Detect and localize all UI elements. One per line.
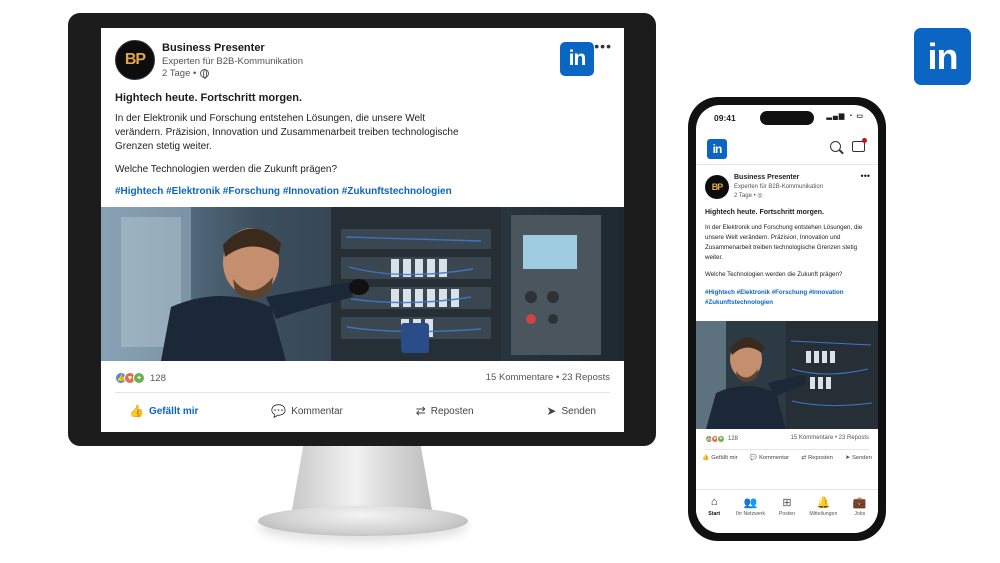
home-icon: ⌂	[710, 496, 718, 508]
thumbs-up-icon: 👍	[129, 404, 144, 418]
repost-label: Reposten	[808, 455, 833, 461]
comment-button[interactable]: 💬 Kommentar	[750, 455, 789, 461]
comment-button[interactable]: 💬 Kommentar	[257, 402, 357, 420]
search-icon[interactable]	[830, 141, 841, 152]
phone-frame: 09:41 ▂▄▆ ◔ ▭ in BP Business Presenter E…	[688, 97, 886, 541]
linkedin-logo: in	[707, 139, 727, 159]
post-icon: ⊞	[782, 497, 792, 509]
dynamic-island	[760, 111, 814, 125]
post-stats: 👍 ♥ ✦ 128 15 Kommentare • 23 Reposts	[705, 435, 869, 445]
repost-icon: ⇄	[415, 404, 426, 418]
send-icon: ➤	[546, 404, 557, 418]
post-age: 2 Tage • ◎	[734, 193, 763, 199]
like-label: Gefällt mir	[711, 455, 738, 461]
author-headline: Experten für B2B-Kommunikation	[734, 184, 824, 190]
clock: 09:41	[714, 113, 736, 123]
reactions[interactable]: 👍 ♥ ✦ 128	[115, 372, 166, 384]
monitor-neck	[292, 446, 432, 510]
author-name[interactable]: Business Presenter	[162, 42, 265, 54]
network-icon: 👥	[743, 497, 758, 509]
post-body: In der Elektronik und Forschung entstehe…	[115, 113, 459, 152]
post-question: Welche Technologien werden die Zukunft p…	[705, 271, 843, 278]
phone-screen: 09:41 ▂▄▆ ◔ ▭ in BP Business Presenter E…	[696, 105, 878, 533]
comment-icon: 💬	[749, 455, 758, 461]
celebrate-reaction-icon: ✦	[717, 435, 725, 443]
post-age: 2 Tage •	[162, 68, 210, 79]
comments-reposts-count[interactable]: 15 Kommentare • 23 Reposts	[791, 435, 869, 441]
bell-icon: 🔔	[816, 497, 831, 509]
nav-label: Jobs	[854, 511, 866, 517]
like-button[interactable]: 👍 Gefällt mir	[115, 402, 212, 420]
post-header: BP Business Presenter Experten für B2B-K…	[101, 28, 624, 90]
nav-label: Ihr Netzwerk	[736, 511, 766, 517]
jobs-icon: 💼	[852, 497, 867, 509]
monitor-base	[258, 506, 468, 536]
linkedin-logo: in	[914, 28, 971, 85]
app-bar: in	[696, 131, 878, 165]
reaction-count: 128	[728, 436, 739, 442]
post-question: Welche Technologien werden die Zukunft p…	[115, 164, 338, 175]
send-button[interactable]: ➤ Senden	[532, 402, 610, 420]
nav-label: Posten	[778, 511, 796, 517]
post-body: In der Elektronik und Forschung entstehe…	[705, 224, 863, 261]
action-bar: 👍 Gefällt mir 💬 Kommentar ⇄ Reposten ➤ S…	[115, 402, 610, 420]
nav-network[interactable]: 👥 Ihr Netzwerk	[734, 496, 768, 517]
post-hashtags[interactable]: #Hightech #Elektronik #Forschung #Innova…	[705, 288, 873, 308]
like-button[interactable]: 👍 Gefällt mir	[702, 455, 738, 461]
more-options-icon[interactable]: •••	[594, 38, 612, 54]
post-title: Hightech heute. Fortschritt morgen.	[115, 92, 303, 104]
desktop-post: BP Business Presenter Experten für B2B-K…	[101, 28, 624, 432]
divider	[705, 449, 869, 450]
reactions[interactable]: 👍 ♥ ✦ 128	[705, 435, 738, 443]
nav-label: Start	[708, 511, 721, 517]
comment-label: Kommentar	[291, 405, 343, 417]
send-icon: ➤	[845, 455, 850, 461]
avatar[interactable]: BP	[705, 175, 729, 199]
divider	[115, 392, 610, 393]
author-headline: Experten für B2B-Kommunikation	[162, 56, 303, 67]
nav-notifications[interactable]: 🔔 Mitteilungen	[806, 496, 840, 517]
celebrate-reaction-icon: ✦	[133, 372, 145, 384]
repost-button[interactable]: ⇄ Reposten	[801, 455, 833, 461]
lab-photo	[696, 321, 878, 429]
action-bar: 👍 Gefällt mir 💬 Kommentar ⇄ Reposten ➤ Sende…	[702, 455, 872, 461]
more-options-icon[interactable]: •••	[861, 171, 870, 181]
lab-photo	[101, 207, 624, 361]
post-image[interactable]	[696, 321, 878, 429]
avatar[interactable]: BP	[115, 40, 155, 80]
thumbs-up-icon: 👍	[702, 455, 710, 461]
author-name[interactable]: Business Presenter	[734, 174, 799, 181]
send-button[interactable]: ➤ Senden	[845, 455, 872, 461]
comment-icon: 💬	[271, 404, 287, 418]
post-age-text: 2 Tage •	[162, 68, 197, 79]
comment-label: Kommentar	[759, 455, 790, 461]
stage: in BP Business Presenter Experten für B2…	[0, 0, 1000, 563]
like-label: Gefällt mir	[148, 405, 199, 417]
repost-button[interactable]: ⇄ Reposten	[402, 402, 488, 420]
post-title: Hightech heute. Fortschritt morgen.	[705, 209, 825, 216]
nav-label: Mitteilungen	[809, 511, 838, 517]
send-label: Senden	[851, 455, 872, 461]
nav-start[interactable]: ⌂ Start	[697, 496, 731, 517]
nav-jobs[interactable]: 💼 Jobs	[843, 496, 877, 517]
post-hashtags[interactable]: #Hightech #Elektronik #Forschung #Innova…	[115, 186, 452, 197]
linkedin-logo: in	[560, 42, 594, 76]
signal-battery-icon: ▂▄▆ ◔ ▭	[826, 113, 864, 120]
bottom-nav: ⌂ Start 👥 Ihr Netzwerk ⊞ Posten 🔔 Mitteilung…	[696, 489, 878, 533]
post-stats: 👍 ♥ ✦ 128 15 Kommentare • 23 Reposts	[115, 372, 610, 386]
notification-dot	[862, 138, 867, 143]
reaction-count: 128	[150, 372, 166, 384]
send-label: Senden	[561, 405, 596, 417]
globe-icon	[200, 69, 210, 79]
nav-post[interactable]: ⊞ Posten	[770, 496, 804, 517]
post-image[interactable]	[101, 207, 624, 361]
comments-reposts-count[interactable]: 15 Kommentare • 23 Reposts	[486, 372, 610, 383]
repost-icon: ⇄	[801, 455, 807, 461]
repost-label: Reposten	[430, 405, 474, 417]
status-bar: 09:41 ▂▄▆ ◔ ▭	[696, 105, 878, 129]
